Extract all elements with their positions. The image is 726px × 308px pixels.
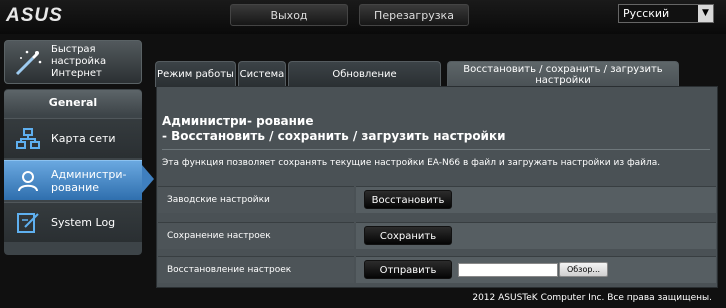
tab-restore-save-upload[interactable]: Восстановить / сохранить / загрузить нас… [447, 61, 679, 87]
sidebar-item-label: Администри- рование [51, 168, 127, 194]
sidebar-item-label: Карта сети [51, 132, 116, 145]
title-divider [162, 149, 710, 150]
sidebar-item-system-log[interactable]: System Log [4, 202, 142, 242]
tab-firmware-upgrade[interactable]: Обновление микропрограммы [288, 61, 441, 105]
admin-user-icon [18, 171, 38, 192]
restore-setting-label: Восстановление настроек [158, 256, 354, 283]
sidebar-item-network-map[interactable]: Карта сети [4, 118, 142, 158]
quick-setup-label: Быстрая настройка Интернет [51, 44, 107, 79]
top-bar: ASUS Выход Перезагрузка Русский ▼ [0, 0, 726, 34]
sidebar-item-administration[interactable]: Администри- рование [4, 160, 142, 200]
magic-wand-icon [15, 50, 42, 76]
save-setting-label: Сохранение настроек [158, 222, 354, 249]
tab-system[interactable]: Система [238, 61, 286, 87]
language-value: Русский [623, 7, 670, 20]
sidebar-item-label: System Log [51, 216, 116, 229]
restore-button[interactable]: Восстановить [364, 190, 452, 209]
save-button[interactable]: Сохранить [364, 226, 452, 245]
quick-internet-setup-button[interactable]: Быстрая настройка Интернет [4, 40, 142, 84]
system-log-icon [17, 213, 39, 233]
page-title-line-1: Администри- рование [162, 114, 314, 128]
language-select[interactable]: Русский ▼ [618, 4, 714, 23]
upload-button[interactable]: Отправить [364, 260, 452, 279]
browse-button[interactable]: Обзор... [559, 262, 608, 277]
tab-operation-mode[interactable]: Режим работы [155, 61, 236, 87]
active-item-pointer [142, 165, 154, 193]
reboot-button[interactable]: Перезагрузка [359, 4, 469, 26]
page-description: Эта функция позволяет сохранять текущие … [162, 158, 661, 168]
chevron-down-icon[interactable]: ▼ [698, 5, 713, 22]
page-title-line-2: - Восстановить / сохранить / загрузить н… [162, 129, 506, 143]
page-title: Администри- рование - Восстановить / сох… [162, 114, 506, 144]
copyright-text: 2012 ASUSTeK Computer Inc. Все права защ… [472, 293, 712, 303]
factory-default-label: Заводские настройки [158, 186, 354, 213]
logout-button[interactable]: Выход [230, 4, 348, 26]
network-map-icon [16, 128, 40, 149]
file-path-input[interactable] [458, 263, 558, 277]
asus-logo: ASUS [6, 5, 63, 26]
sidebar-general-header: General [4, 90, 142, 116]
